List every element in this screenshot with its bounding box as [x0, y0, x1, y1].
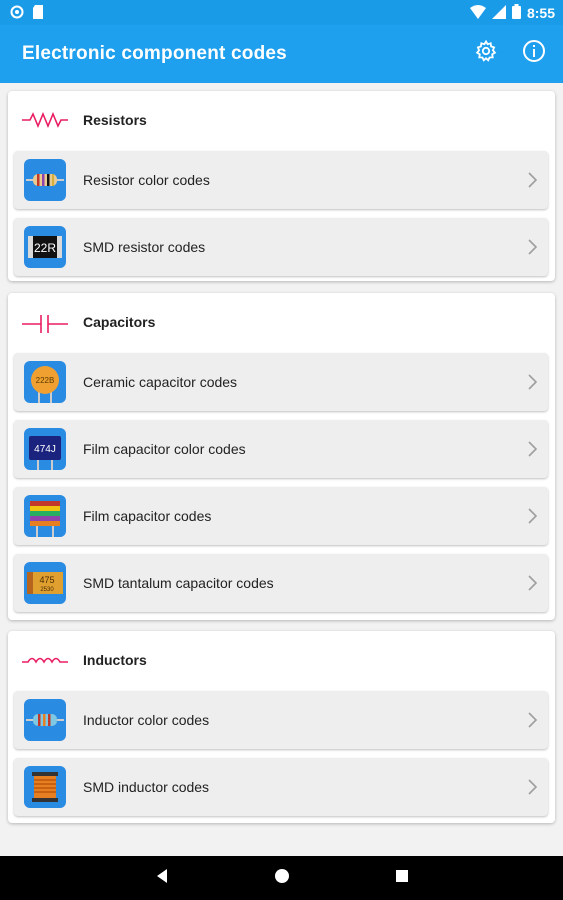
chevron-right-icon [526, 237, 538, 262]
list-item-smd-inductor-codes[interactable]: SMD inductor codes [14, 758, 548, 816]
smd-tantalum-icon: 475 2530 [24, 562, 66, 604]
battery-icon [511, 4, 521, 22]
film-capacitor-icon [24, 495, 66, 537]
status-bar: 8:55 [0, 0, 563, 25]
resistor-color-icon [24, 159, 66, 201]
wifi-icon [469, 4, 486, 22]
list-item-smd-resistor-codes[interactable]: 22R SMD resistor codes [14, 218, 548, 276]
thumb-text: 475 [39, 575, 54, 585]
app-title: Electronic component codes [22, 43, 287, 64]
back-triangle-icon [155, 868, 169, 889]
home-button[interactable] [272, 868, 292, 888]
smd-inductor-icon [24, 766, 66, 808]
item-label: Resistor color codes [83, 172, 210, 188]
list-item-ceramic-capacitor-codes[interactable]: 222B Ceramic capacitor codes [14, 353, 548, 411]
recents-square-icon [395, 869, 409, 888]
list-item-smd-tantalum-capacitor-codes[interactable]: 475 2530 SMD tantalum capacitor codes [14, 554, 548, 612]
component-list: Resistors Resistor color codes 22R SMD r… [0, 83, 563, 856]
gear-icon [474, 39, 498, 68]
list-item-inductor-color-codes[interactable]: Inductor color codes [14, 691, 548, 749]
section-capacitors: Capacitors 222B Ceramic capacitor codes [8, 293, 555, 620]
chevron-right-icon [526, 710, 538, 735]
info-icon [522, 39, 546, 68]
section-title: Inductors [83, 652, 147, 668]
section-title: Capacitors [83, 314, 156, 330]
thumb-text-2: 2530 [40, 587, 54, 593]
thumb-text: 222B [36, 376, 55, 385]
inductor-color-icon [24, 699, 66, 741]
item-label: SMD resistor codes [83, 239, 206, 255]
settings-button[interactable] [473, 39, 499, 68]
list-item-film-capacitor-codes[interactable]: Film capacitor codes [14, 487, 548, 545]
signal-icon [491, 4, 506, 22]
resistor-symbol-icon [22, 111, 68, 133]
section-title: Resistors [83, 112, 147, 128]
sd-card-icon [32, 5, 44, 24]
section-inductors: Inductors Inductor color codes SMD induc… [8, 631, 555, 823]
smd-resistor-icon: 22R [24, 226, 66, 268]
recents-button[interactable] [392, 868, 412, 888]
item-label: Film capacitor color codes [83, 441, 246, 457]
ceramic-capacitor-icon: 222B [24, 361, 66, 403]
list-item-film-capacitor-color-codes[interactable]: 474J Film capacitor color codes [14, 420, 548, 478]
chevron-right-icon [526, 439, 538, 464]
clock: 8:55 [526, 5, 555, 21]
chevron-right-icon [526, 170, 538, 195]
sync-icon [10, 5, 24, 24]
section-header-inductors: Inductors [8, 631, 555, 689]
chevron-right-icon [526, 777, 538, 802]
back-button[interactable] [152, 868, 172, 888]
item-label: Film capacitor codes [83, 508, 212, 524]
home-circle-icon [274, 868, 290, 889]
chevron-right-icon [526, 506, 538, 531]
item-label: SMD inductor codes [83, 779, 210, 795]
item-label: SMD tantalum capacitor codes [83, 575, 274, 591]
info-button[interactable] [521, 39, 547, 68]
thumb-text: 474J [34, 444, 56, 455]
thumb-text: 22R [34, 241, 56, 255]
chevron-right-icon [526, 372, 538, 397]
item-label: Inductor color codes [83, 712, 210, 728]
capacitor-symbol-icon [22, 314, 68, 339]
app-bar: Electronic component codes [0, 25, 563, 83]
section-header-capacitors: Capacitors [8, 293, 555, 351]
chevron-right-icon [526, 573, 538, 598]
section-header-resistors: Resistors [8, 91, 555, 149]
inductor-symbol-icon [22, 652, 68, 673]
list-item-resistor-color-codes[interactable]: Resistor color codes [14, 151, 548, 209]
film-capacitor-color-icon: 474J [24, 428, 66, 470]
item-label: Ceramic capacitor codes [83, 374, 238, 390]
section-resistors: Resistors Resistor color codes 22R SMD r… [8, 91, 555, 281]
navigation-bar [0, 856, 563, 900]
